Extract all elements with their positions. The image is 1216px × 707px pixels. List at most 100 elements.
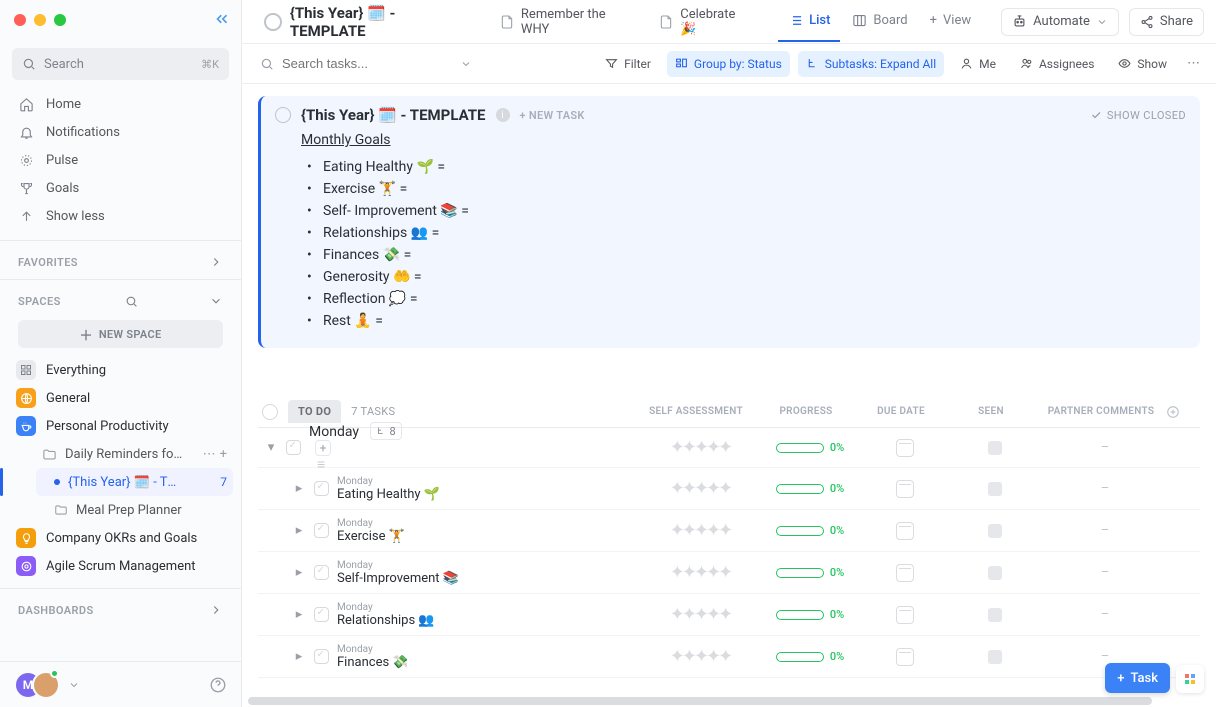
seen-checkbox[interactable] — [988, 524, 1002, 538]
space-everything[interactable]: Everything — [8, 356, 233, 384]
nav-goals[interactable]: Goals — [8, 174, 233, 202]
status-circle-icon[interactable] — [275, 107, 291, 123]
chevron-down-icon[interactable] — [460, 58, 472, 70]
progress-cell[interactable]: 0% — [776, 566, 844, 579]
nav-pulse[interactable]: Pulse — [8, 146, 233, 174]
search-input[interactable]: Search ⌘K — [12, 48, 229, 80]
seen-checkbox[interactable] — [988, 650, 1002, 664]
help-icon[interactable] — [209, 676, 227, 694]
task-checkbox[interactable] — [314, 523, 329, 538]
chevron-down-icon[interactable] — [209, 294, 223, 308]
task-checkbox[interactable] — [286, 440, 301, 455]
expand-icon[interactable]: ▸ — [292, 523, 306, 538]
chevron-down-icon[interactable] — [68, 679, 80, 691]
status-pill[interactable]: TO DO — [288, 400, 341, 423]
horizontal-scrollbar[interactable] — [248, 697, 1210, 705]
col-progress[interactable]: PROGRESS — [756, 406, 856, 417]
expand-icon[interactable]: ▸ — [292, 649, 306, 664]
calendar-icon[interactable] — [896, 522, 914, 540]
tab-list[interactable]: List — [778, 2, 840, 42]
create-task-button[interactable]: + Task — [1105, 663, 1170, 693]
show-closed-button[interactable]: SHOW CLOSED — [1090, 109, 1186, 122]
task-search-input[interactable] — [282, 56, 392, 71]
spaces-header[interactable]: SPACES — [0, 284, 241, 314]
space-company-okrs[interactable]: Company OKRs and Goals — [8, 524, 233, 552]
folder-daily-reminders[interactable]: Daily Reminders fo... ⋯ + — [36, 440, 233, 468]
share-button[interactable]: Share — [1129, 8, 1204, 36]
task-row[interactable]: ▸ Monday Finances 💸 ✦✦✦✦✦ 0% – — [258, 636, 1200, 678]
space-agile[interactable]: Agile Scrum Management — [8, 552, 233, 580]
rating-sparkles[interactable]: ✦✦✦✦✦ — [670, 604, 730, 625]
task-checkbox[interactable] — [314, 481, 329, 496]
list-meal-prep[interactable]: Meal Prep Planner — [36, 496, 233, 524]
collapse-sidebar-icon[interactable] — [213, 10, 231, 28]
group-by-button[interactable]: Group by: Status — [667, 51, 790, 77]
collapse-icon[interactable]: ▾ — [264, 440, 278, 455]
seen-checkbox[interactable] — [988, 441, 1002, 455]
col-seen[interactable]: SEEN — [946, 406, 1036, 417]
nav-home[interactable]: Home — [8, 90, 233, 118]
add-subtask-icon[interactable]: + — [315, 440, 331, 456]
rating-sparkles[interactable]: ✦✦✦✦✦ — [670, 437, 730, 458]
expand-icon[interactable]: ▸ — [292, 607, 306, 622]
close-window-icon[interactable] — [14, 14, 26, 26]
calendar-icon[interactable] — [896, 480, 914, 498]
add-column-icon[interactable] — [1166, 405, 1196, 419]
rating-sparkles[interactable]: ✦✦✦✦✦ — [670, 646, 730, 667]
task-checkbox[interactable] — [314, 565, 329, 580]
minimize-window-icon[interactable] — [34, 14, 46, 26]
rating-sparkles[interactable]: ✦✦✦✦✦ — [670, 478, 730, 499]
calendar-icon[interactable] — [896, 439, 914, 457]
calendar-icon[interactable] — [896, 648, 914, 666]
apps-button[interactable] — [1176, 665, 1204, 693]
task-checkbox[interactable] — [314, 649, 329, 664]
calendar-icon[interactable] — [896, 564, 914, 582]
rating-sparkles[interactable]: ✦✦✦✦✦ — [670, 562, 730, 583]
task-row[interactable]: ▸ Monday Eating Healthy 🌱 ✦✦✦✦✦ 0% – — [258, 468, 1200, 510]
progress-cell[interactable]: 0% — [776, 441, 844, 454]
favorites-header[interactable]: FAVORITES — [0, 245, 241, 275]
seen-checkbox[interactable] — [988, 482, 1002, 496]
task-search[interactable] — [254, 56, 478, 71]
description-icon[interactable]: ≡ — [317, 457, 325, 473]
dashboards-header[interactable]: DASHBOARDS — [0, 593, 241, 623]
task-row-parent[interactable]: ▾ Monday 8 + ≡ — [258, 428, 1200, 468]
search-spaces-icon[interactable] — [125, 295, 138, 308]
tab-board[interactable]: Board — [842, 2, 917, 42]
list-this-year-template[interactable]: {This Year} 🗓️ - TEM... 7 — [36, 468, 233, 496]
space-general[interactable]: General — [8, 384, 233, 412]
subtasks-button[interactable]: Subtasks: Expand All — [798, 51, 944, 77]
expand-icon[interactable]: ▸ — [292, 481, 306, 496]
subtask-count-badge[interactable]: 8 — [370, 422, 401, 440]
calendar-icon[interactable] — [896, 606, 914, 624]
col-due-date[interactable]: DUE DATE — [856, 406, 946, 417]
progress-cell[interactable]: 0% — [776, 650, 844, 663]
nav-show-less[interactable]: Show less — [8, 202, 233, 230]
info-icon[interactable]: i — [496, 108, 510, 122]
space-personal[interactable]: Personal Productivity — [8, 412, 233, 440]
assignees-button[interactable]: Assignees — [1012, 51, 1102, 77]
nav-notifications[interactable]: Notifications — [8, 118, 233, 146]
progress-cell[interactable]: 0% — [776, 482, 844, 495]
col-partner-comments[interactable]: PARTNER COMMENTS — [1036, 406, 1166, 417]
more-icon[interactable]: ⋯ — [1183, 56, 1204, 71]
automate-button[interactable]: Automate — [1001, 8, 1119, 36]
more-icon[interactable]: ⋯ — [203, 447, 216, 462]
seen-checkbox[interactable] — [988, 608, 1002, 622]
show-button[interactable]: Show — [1110, 51, 1175, 77]
task-row[interactable]: ▸ Monday Self-Improvement 📚 ✦✦✦✦✦ 0% – — [258, 552, 1200, 594]
progress-cell[interactable]: 0% — [776, 524, 844, 537]
new-space-button[interactable]: ＋ NEW SPACE — [18, 320, 223, 348]
task-row[interactable]: ▸ Monday Exercise 🏋️ ✦✦✦✦✦ 0% – — [258, 510, 1200, 552]
add-icon[interactable]: + — [220, 447, 227, 462]
doc-remember-why[interactable]: Remember the WHY — [493, 3, 642, 41]
seen-checkbox[interactable] — [988, 566, 1002, 580]
tab-add-view[interactable]: + View — [920, 2, 982, 42]
doc-celebrate[interactable]: Celebrate 🎉 — [652, 3, 760, 41]
rating-sparkles[interactable]: ✦✦✦✦✦ — [670, 520, 730, 541]
expand-icon[interactable]: ▸ — [292, 565, 306, 580]
page-title-group[interactable]: {This Year} 🗓️ - TEMPLATE — [254, 0, 483, 44]
task-row[interactable]: ▸ Monday Relationships 👥 ✦✦✦✦✦ 0% – — [258, 594, 1200, 636]
new-task-button[interactable]: + NEW TASK — [520, 109, 585, 122]
filter-button[interactable]: Filter — [597, 51, 659, 77]
